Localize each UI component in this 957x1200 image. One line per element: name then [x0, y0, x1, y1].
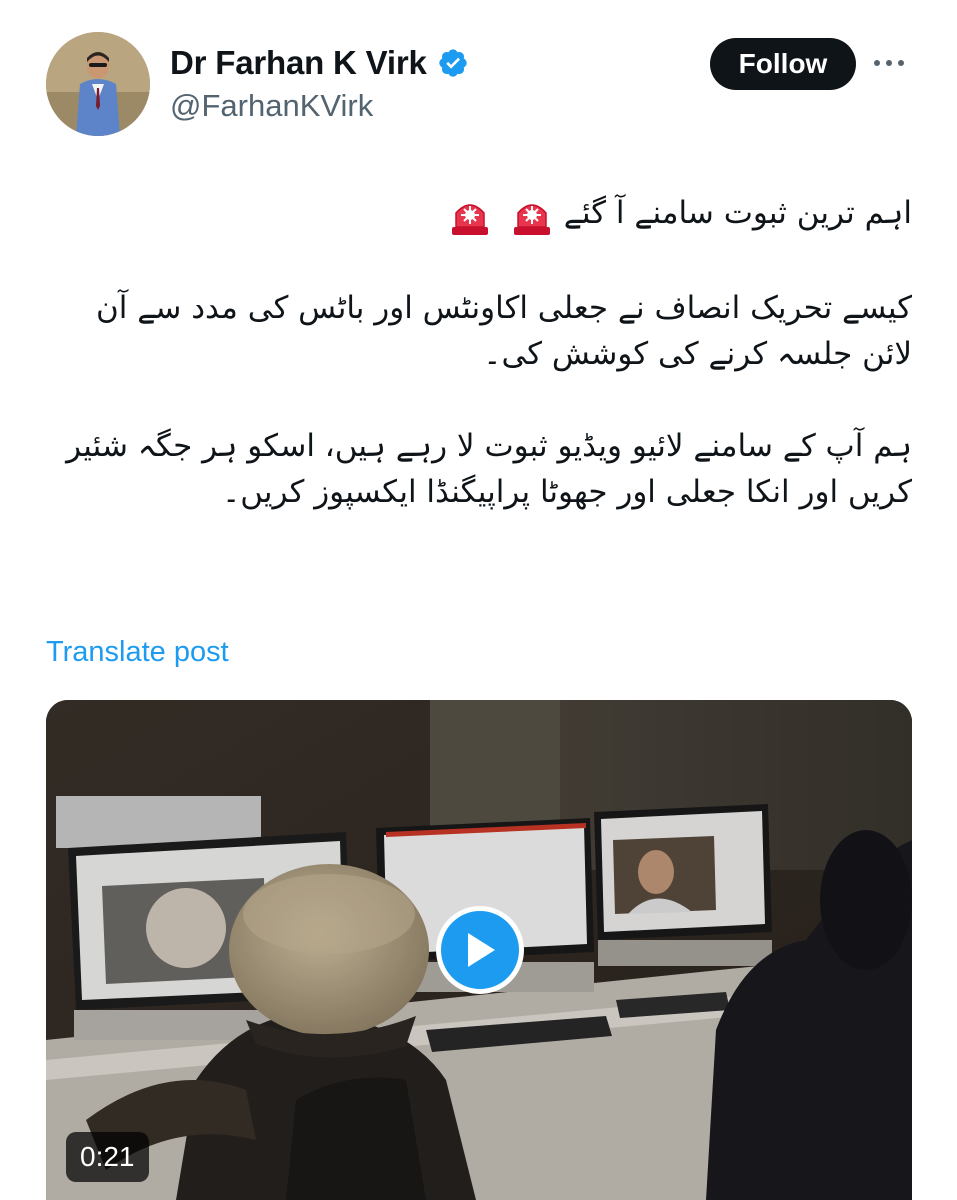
author-display-name[interactable]: Dr Farhan K Virk: [170, 44, 427, 82]
video-duration-badge: 0:21: [66, 1132, 149, 1182]
author-name-row: Dr Farhan K Virk: [170, 40, 469, 86]
post-headline: اہم ترین ثبوت سامنے آ گئے: [563, 195, 912, 231]
video-player[interactable]: 0:21: [46, 700, 912, 1200]
translate-post-link[interactable]: Translate post: [46, 636, 229, 669]
avatar[interactable]: [46, 32, 150, 136]
post-headline-line: اہم ترین ثبوت سامنے آ گئے: [46, 190, 912, 237]
more-dot: [874, 60, 880, 66]
post-paragraph: کیسے تحریک انصاف نے جعلی اکاونٹس اور باٹ…: [95, 289, 912, 372]
verified-badge-icon: [437, 47, 469, 79]
more-dot: [898, 60, 904, 66]
play-icon: [468, 933, 495, 967]
post-text: اہم ترین ثبوت سامنے آ گئے کیسے تحریک انص…: [46, 180, 912, 515]
follow-button[interactable]: Follow: [710, 38, 856, 90]
author-handle[interactable]: @FarhanKVirk: [170, 88, 373, 124]
play-button[interactable]: [436, 906, 524, 994]
more-options-icon[interactable]: [874, 52, 912, 74]
rotating-light-icon: [510, 193, 554, 237]
rotating-light-icon: [448, 193, 492, 237]
post-header: Dr Farhan K Virk @FarhanKVirk Follow: [0, 0, 957, 150]
more-dot: [886, 60, 892, 66]
post-paragraph: ہم آپ کے سامنے لائیو ویڈیو ثبوت لا رہے ہ…: [66, 427, 912, 510]
